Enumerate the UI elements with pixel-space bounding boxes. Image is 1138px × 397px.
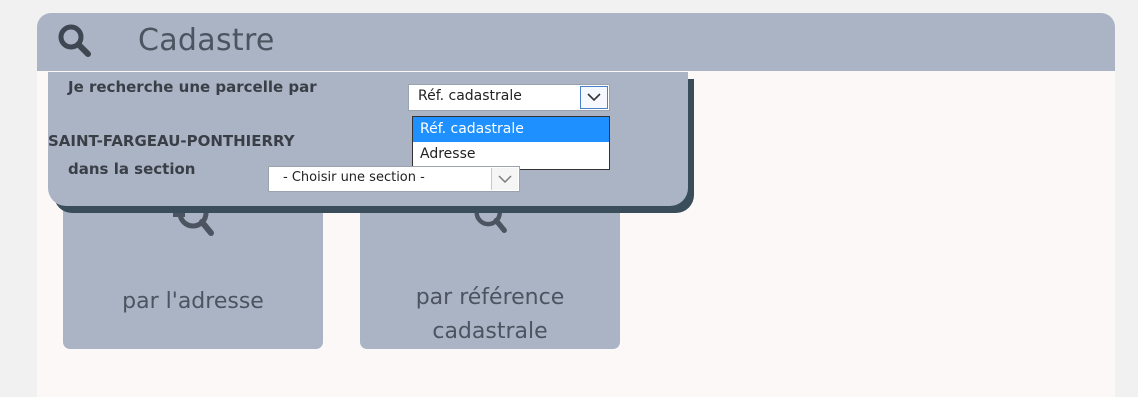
search-icon xyxy=(58,24,91,57)
search-type-select[interactable]: Réf. cadastrale xyxy=(408,84,610,111)
section-select-value: - Choisir une section - xyxy=(283,170,425,185)
tile-label-address: par l'adresse xyxy=(122,289,264,314)
search-type-value: Réf. cadastrale xyxy=(418,88,522,104)
search-by-address-button[interactable]: par l'adresse xyxy=(63,203,323,349)
panel-header: Cadastre xyxy=(37,13,1115,71)
page-title: Cadastre xyxy=(138,23,275,58)
dropdown-option-reference[interactable]: Réf. cadastrale xyxy=(413,117,609,142)
tile-label-reference-line2: cadastrale xyxy=(432,319,548,344)
search-by-label: Je recherche une parcelle par xyxy=(68,78,317,96)
section-label: dans la section xyxy=(68,160,196,178)
section-select[interactable]: - Choisir une section - xyxy=(268,166,520,192)
commune-name: SAINT-FARGEAU-PONTHIERRY xyxy=(48,132,295,150)
map-search-icon xyxy=(173,209,214,236)
search-popup: Je recherche une parcelle par Réf. cadas… xyxy=(48,72,688,206)
tile-label-reference-line1: par référence xyxy=(415,285,565,310)
dropdown-option-address[interactable]: Adresse xyxy=(413,142,609,167)
chevron-down-icon[interactable] xyxy=(491,168,518,190)
chevron-down-icon[interactable] xyxy=(580,86,608,109)
search-by-reference-button[interactable]: par référence cadastrale xyxy=(360,203,620,349)
tile-label-reference: par référence cadastrale xyxy=(416,281,565,349)
search-icon xyxy=(474,209,507,233)
search-type-dropdown: Réf. cadastrale Adresse xyxy=(412,116,610,170)
